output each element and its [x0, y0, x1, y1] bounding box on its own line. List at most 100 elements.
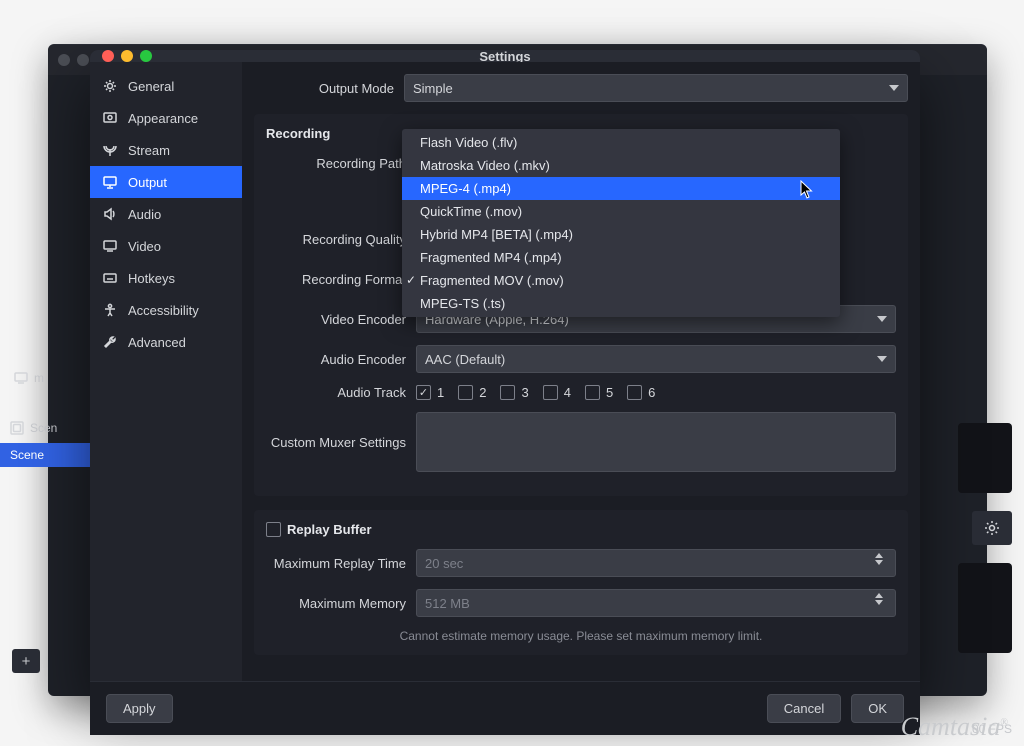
opt-label: Fragmented MOV (.mov) — [420, 273, 564, 288]
antenna-icon — [102, 142, 118, 158]
recording-path-label: Recording Path — [266, 156, 416, 171]
track-6[interactable]: 6 — [627, 385, 655, 400]
monitor-icon — [14, 371, 28, 385]
accessibility-icon — [102, 302, 118, 318]
sidebar-item-label: Hotkeys — [128, 271, 175, 286]
opt-label: Hybrid MP4 [BETA] (.mp4) — [420, 227, 573, 242]
stepper-icon — [875, 593, 889, 605]
track-label: 2 — [479, 385, 486, 400]
sidebar-item-advanced[interactable]: Advanced — [90, 326, 242, 358]
audio-encoder-label: Audio Encoder — [266, 352, 416, 367]
checkbox-icon — [543, 385, 558, 400]
opt-label: Matroska Video (.mkv) — [420, 158, 550, 173]
cancel-button[interactable]: Cancel — [767, 694, 841, 723]
max-memory-label: Maximum Memory — [266, 596, 416, 611]
checkbox-icon — [627, 385, 642, 400]
format-opt-mp4[interactable]: MPEG-4 (.mp4) — [402, 177, 840, 200]
sidebar-item-accessibility[interactable]: Accessibility — [90, 294, 242, 326]
sidebar-item-label: Appearance — [128, 111, 198, 126]
settings-content: Output Mode Simple Recording Recording P… — [242, 62, 920, 681]
chevron-down-icon — [877, 316, 887, 322]
output-icon — [102, 174, 118, 190]
wrench-icon — [102, 334, 118, 350]
recording-format-dropdown[interactable]: Flash Video (.flv) Matroska Video (.mkv)… — [402, 129, 840, 317]
max-memory-value: 512 MB — [425, 596, 470, 611]
speaker-icon — [102, 206, 118, 222]
sidebar-item-general[interactable]: General — [90, 70, 242, 102]
output-mode-label: Output Mode — [254, 81, 404, 96]
scene-item-label: Scene — [10, 448, 44, 462]
source-label: m — [34, 371, 44, 385]
format-opt-fmov[interactable]: Fragmented MOV (.mov) — [402, 269, 840, 292]
format-opt-mov[interactable]: QuickTime (.mov) — [402, 200, 840, 223]
panel-block-2 — [958, 563, 1012, 653]
cursor-icon — [800, 180, 814, 203]
watermark: Camtasia® — [901, 712, 1008, 742]
max-replay-time-input[interactable]: 20 sec — [416, 549, 896, 577]
chevron-down-icon — [877, 356, 887, 362]
replay-title: Replay Buffer — [287, 522, 372, 537]
sidebar-item-hotkeys[interactable]: Hotkeys — [90, 262, 242, 294]
output-mode-row: Output Mode Simple — [254, 74, 908, 102]
format-opt-ts[interactable]: MPEG-TS (.ts) — [402, 292, 840, 315]
scene-item[interactable]: Scene — [0, 443, 96, 467]
audio-encoder-select[interactable]: AAC (Default) — [416, 345, 896, 373]
chevron-down-icon — [889, 85, 899, 91]
sidebar-item-video[interactable]: Video — [90, 230, 242, 262]
output-mode-value: Simple — [413, 81, 453, 96]
format-opt-flv[interactable]: Flash Video (.flv) — [402, 131, 840, 154]
track-1[interactable]: 1 — [416, 385, 444, 400]
sidebar-item-stream[interactable]: Stream — [90, 134, 242, 166]
format-opt-hybrid[interactable]: Hybrid MP4 [BETA] (.mp4) — [402, 223, 840, 246]
format-opt-mkv[interactable]: Matroska Video (.mkv) — [402, 154, 840, 177]
checkbox-icon — [585, 385, 600, 400]
custom-muxer-input[interactable] — [416, 412, 896, 472]
track-5[interactable]: 5 — [585, 385, 613, 400]
app-left-partial: m Scen Scene — [0, 365, 96, 675]
sidebar-item-label: Video — [128, 239, 161, 254]
track-label: 1 — [437, 385, 444, 400]
output-mode-select[interactable]: Simple — [404, 74, 908, 102]
stepper-icon — [875, 553, 889, 565]
audio-encoder-value: AAC (Default) — [425, 352, 505, 367]
max-memory-input[interactable]: 512 MB — [416, 589, 896, 617]
sidebar-item-output[interactable]: Output — [90, 166, 242, 198]
audio-track-row: Audio Track 1 2 3 4 5 6 — [266, 385, 896, 400]
opt-label: Flash Video (.flv) — [420, 135, 517, 150]
settings-titlebar: Settings — [90, 50, 920, 62]
settings-footer: Apply Cancel OK — [90, 681, 920, 735]
sidebar-item-appearance[interactable]: Appearance — [90, 102, 242, 134]
apply-button[interactable]: Apply — [106, 694, 173, 723]
scenes-icon — [10, 421, 24, 435]
track-label: 6 — [648, 385, 655, 400]
traffic-dim-2 — [77, 54, 89, 66]
ok-button[interactable]: OK — [851, 694, 904, 723]
panel-block-1 — [958, 423, 1012, 493]
add-button[interactable] — [12, 649, 40, 673]
keyboard-icon — [102, 270, 118, 286]
track-3[interactable]: 3 — [500, 385, 528, 400]
custom-muxer-row: Custom Muxer Settings — [266, 412, 896, 472]
sidebar-item-label: Stream — [128, 143, 170, 158]
gear-button[interactable] — [972, 511, 1012, 545]
track-2[interactable]: 2 — [458, 385, 486, 400]
max-memory-row: Maximum Memory 512 MB — [266, 589, 896, 617]
sidebar-item-label: General — [128, 79, 174, 94]
format-opt-fmp4[interactable]: Fragmented MP4 (.mp4) — [402, 246, 840, 269]
track-label: 5 — [606, 385, 613, 400]
settings-window: Settings General Appearance Stream Outpu… — [90, 50, 920, 684]
sidebar-item-audio[interactable]: Audio — [90, 198, 242, 230]
traffic-dim-1 — [58, 54, 70, 66]
custom-muxer-label: Custom Muxer Settings — [266, 435, 416, 450]
sources-row: m — [0, 365, 96, 391]
scenes-label: Scen — [30, 421, 57, 435]
max-replay-time-row: Maximum Replay Time 20 sec — [266, 549, 896, 577]
gear-icon — [984, 520, 1000, 536]
replay-buffer-checkbox[interactable] — [266, 522, 281, 537]
checkbox-icon — [458, 385, 473, 400]
scenes-header: Scen — [0, 413, 96, 443]
sidebar-item-label: Audio — [128, 207, 161, 222]
track-4[interactable]: 4 — [543, 385, 571, 400]
sidebar-item-label: Advanced — [128, 335, 186, 350]
max-replay-time-value: 20 sec — [425, 556, 463, 571]
